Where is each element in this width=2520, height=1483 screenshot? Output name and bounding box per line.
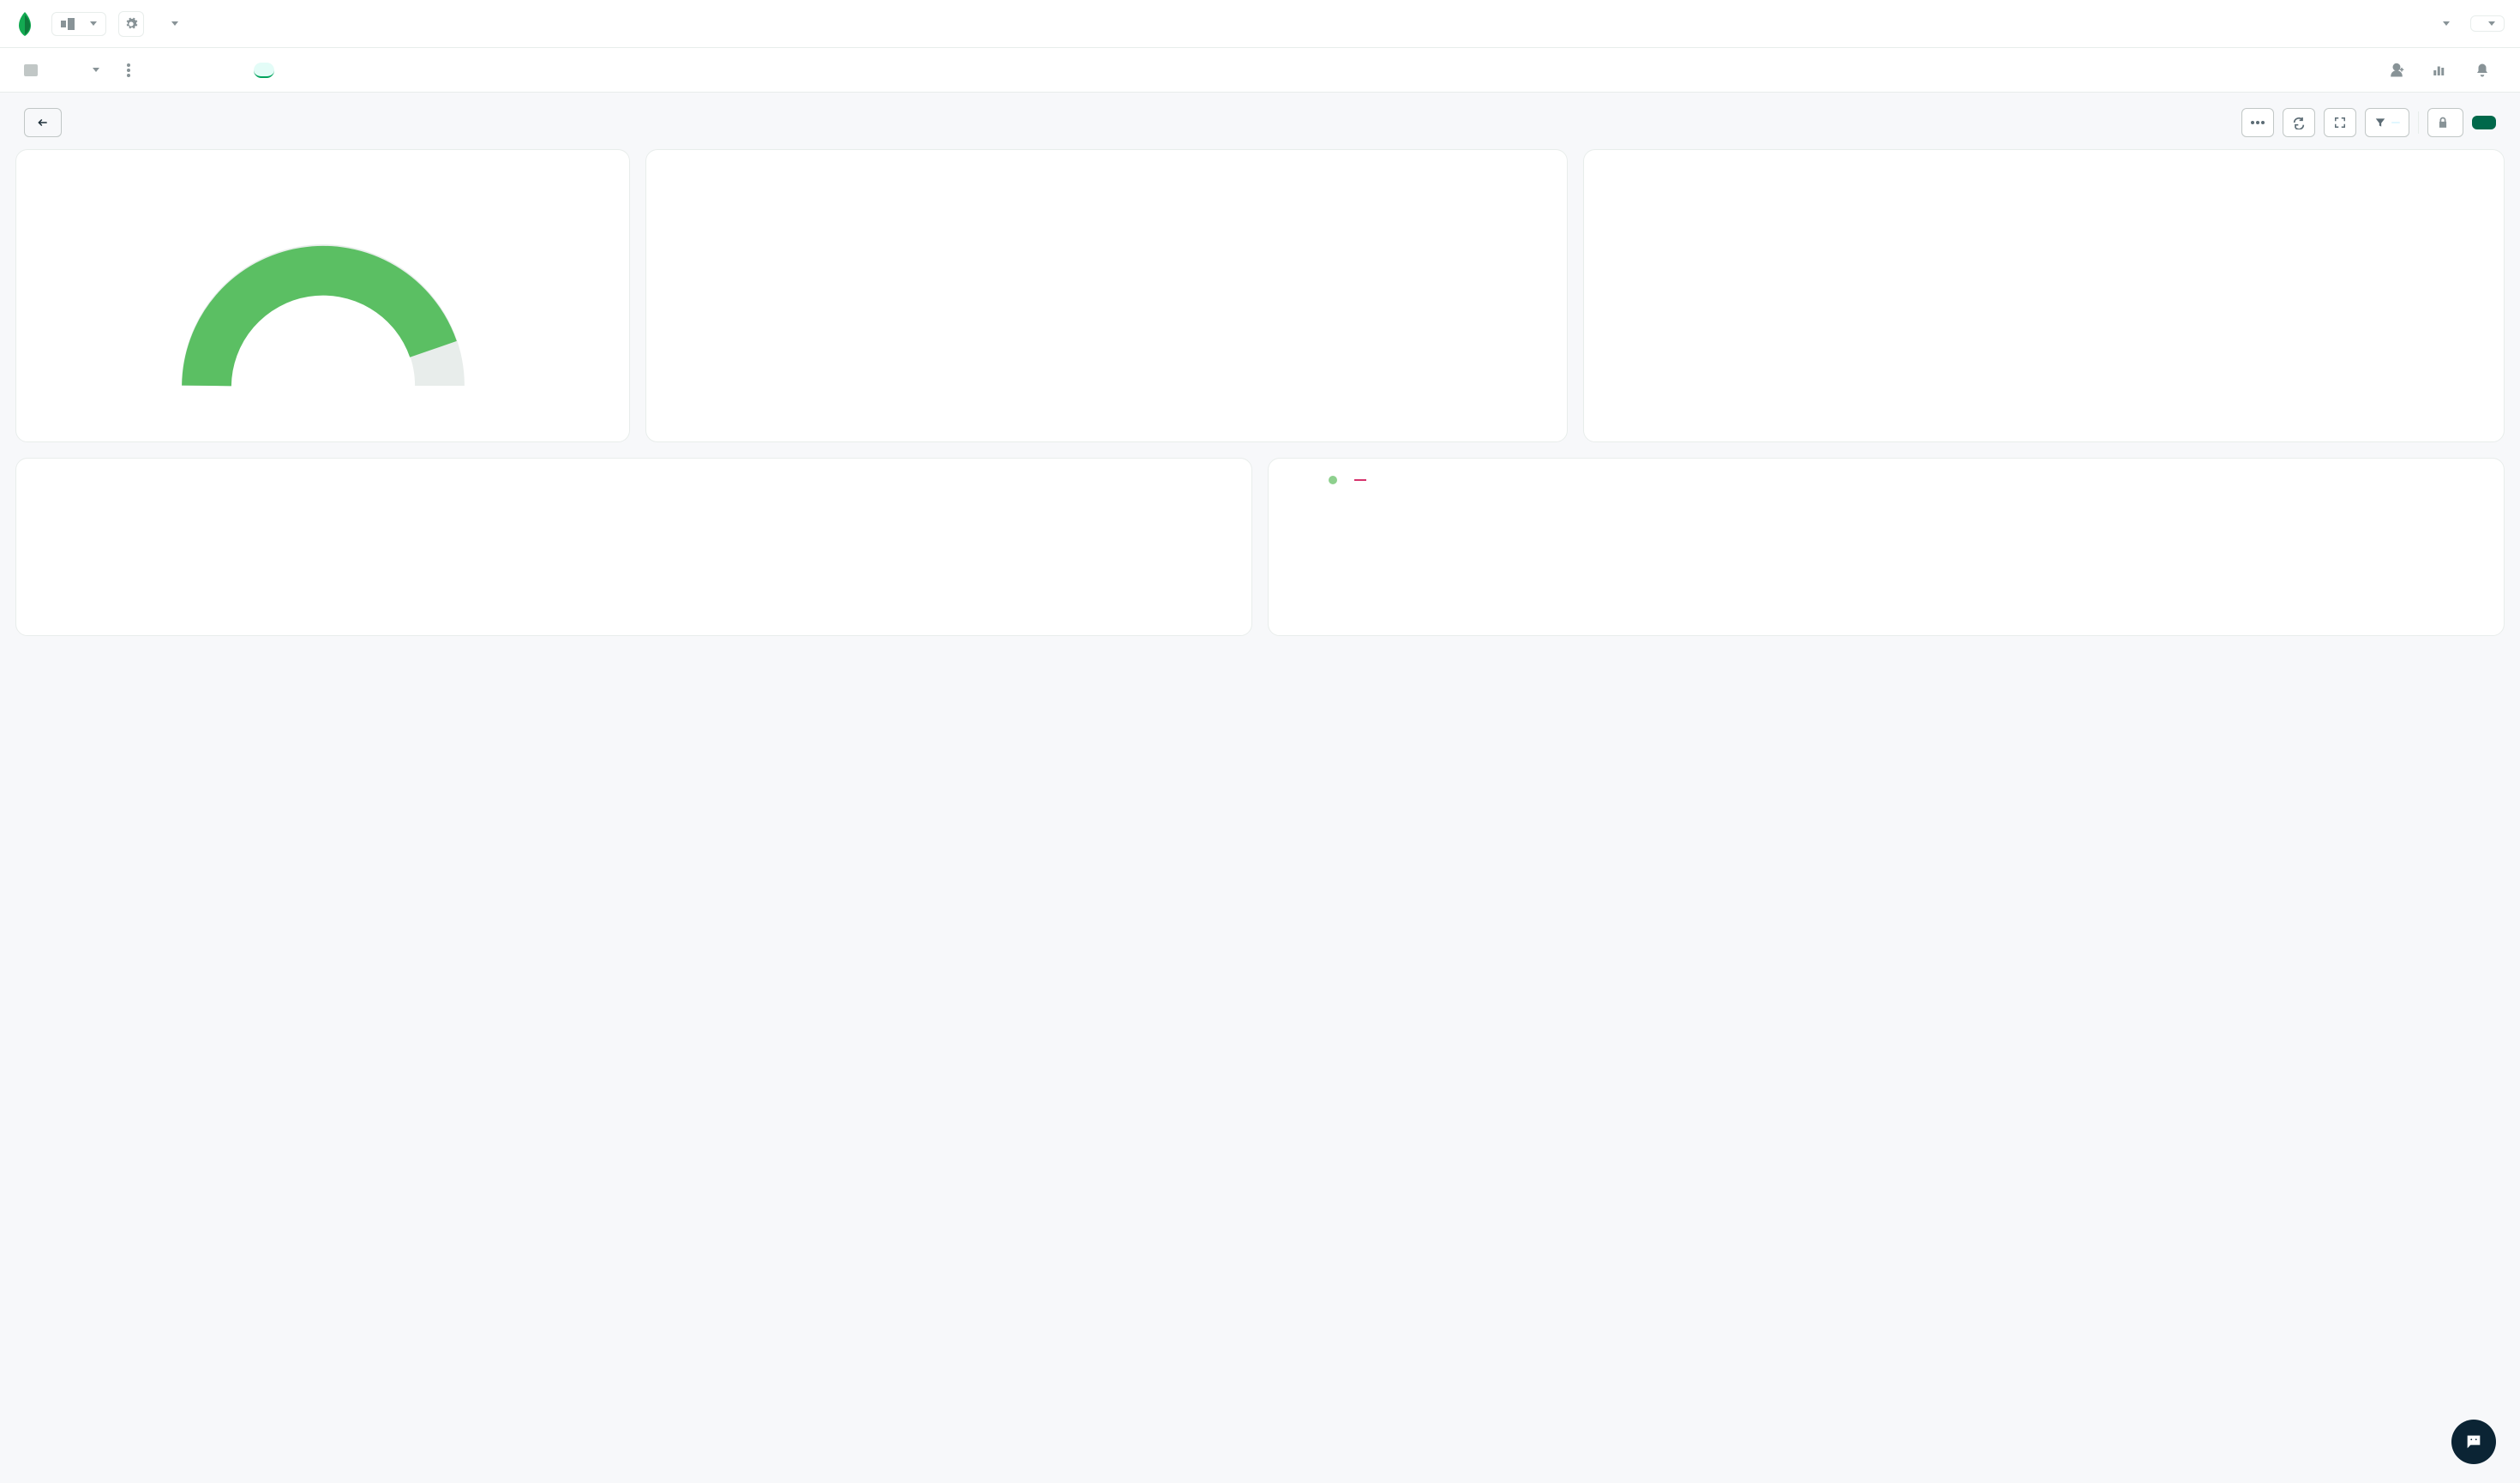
response-time-card [645, 149, 1568, 442]
filter-count [2391, 122, 2400, 123]
refresh-icon [2292, 116, 2306, 129]
invite-user-button[interactable] [2383, 57, 2410, 84]
gauge-chart [177, 225, 469, 400]
org-settings-button[interactable] [118, 11, 144, 37]
tab-data-services[interactable] [182, 63, 202, 77]
project-menu-button[interactable] [115, 57, 142, 84]
filter-icon [2374, 117, 2386, 129]
more-options-button[interactable] [2241, 108, 2274, 137]
notifications-button[interactable] [2469, 57, 2496, 84]
folder-icon [24, 64, 38, 76]
user-menu[interactable] [2470, 15, 2505, 32]
ellipsis-icon [2251, 121, 2265, 124]
atlas-logo [15, 12, 39, 36]
fullscreen-button[interactable] [2324, 108, 2356, 137]
user-add-icon [2388, 63, 2405, 78]
all-clusters-link[interactable] [2398, 19, 2415, 29]
gear-icon [124, 17, 138, 31]
chevron-down-icon [90, 21, 97, 26]
refresh-button[interactable] [2283, 108, 2315, 137]
billing-link[interactable] [199, 19, 216, 29]
chevron-down-icon [171, 21, 178, 26]
chat-icon [2464, 1432, 2483, 1451]
tab-charts[interactable] [254, 63, 274, 78]
chevron-down-icon [2488, 21, 2495, 26]
arrow-left-icon [35, 117, 51, 129]
chevron-down-icon [2443, 21, 2450, 26]
expand-icon [2334, 117, 2346, 129]
bar-chart-errors[interactable] [25, 481, 1243, 627]
project-selector[interactable] [24, 64, 99, 76]
combo-card [1268, 458, 2505, 636]
area-chart-availability[interactable] [1593, 167, 2496, 433]
org-icon [61, 18, 75, 30]
get-help-link[interactable] [2427, 16, 2458, 31]
project-nav [0, 48, 2520, 93]
org-selector[interactable] [51, 12, 106, 36]
chevron-down-icon [93, 68, 99, 72]
activity-button[interactable] [2426, 57, 2453, 84]
availability-card [1583, 149, 2505, 442]
activity-icon [2431, 63, 2448, 78]
tab-app-services[interactable] [218, 63, 238, 77]
access-manager-link[interactable] [156, 16, 187, 31]
filter-button[interactable] [2365, 108, 2409, 137]
combo-chart[interactable] [1277, 484, 2495, 604]
leaf-icon [15, 12, 34, 36]
share-button[interactable] [2427, 108, 2463, 137]
gauge-card [15, 149, 630, 442]
area-chart-response-time[interactable] [655, 167, 1558, 433]
bell-icon [2475, 62, 2490, 79]
errors-card [15, 458, 1252, 636]
dashboard-header [0, 93, 2520, 149]
add-chart-button[interactable] [2472, 116, 2496, 129]
kebab-icon [127, 63, 130, 77]
lock-icon [2437, 117, 2449, 129]
help-chat-button[interactable] [2451, 1420, 2496, 1464]
back-button[interactable] [24, 108, 62, 137]
top-nav [0, 0, 2520, 48]
